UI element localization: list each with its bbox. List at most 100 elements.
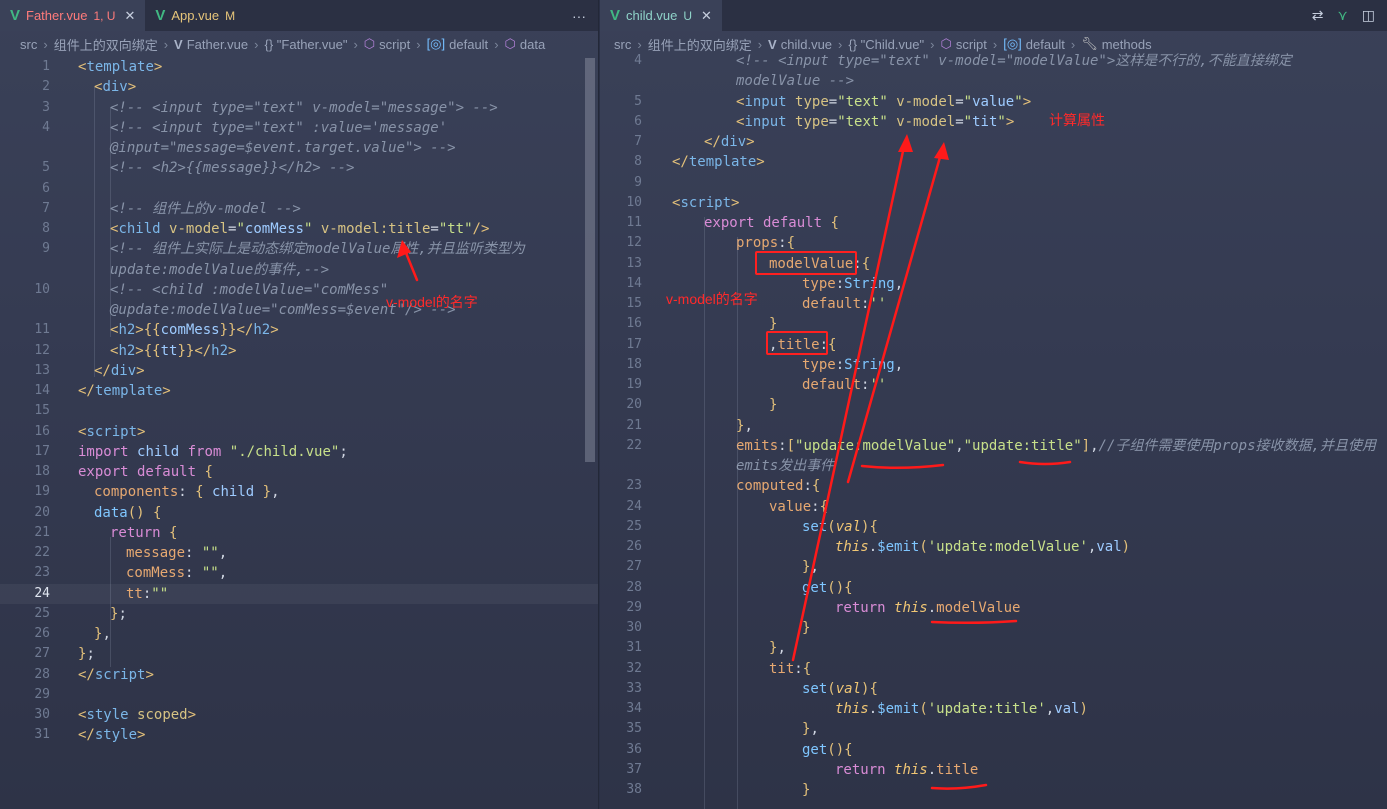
code-text: } [802, 618, 810, 638]
code-line[interactable]: 20 data() { [0, 503, 598, 523]
code-line[interactable]: 13 </div> [0, 361, 598, 381]
code-line[interactable]: 16 <script> [0, 422, 598, 442]
code-line[interactable]: 8 <child v-model="comMess" v-model:title=… [0, 219, 598, 239]
code-line[interactable]: 33 set(val){ [600, 679, 1387, 699]
compare-changes-icon[interactable]: ⇄ [1312, 7, 1324, 24]
tab-app-vue[interactable]: V App.vue M [145, 0, 245, 31]
code-line[interactable]: 6 <input type="text" v-model="tit"> [600, 112, 1387, 132]
code-line[interactable]: 25 set(val){ [600, 517, 1387, 537]
code-line[interactable]: 30} [600, 618, 1387, 638]
code-line[interactable]: @update:modelValue="comMess=$event"/> --… [0, 300, 598, 320]
vue-devtools-icon[interactable]: ⋎ [1338, 7, 1348, 24]
code-line[interactable]: 29 return this.modelValue [600, 598, 1387, 618]
code-line[interactable]: 34 this.$emit('update:title',val) [600, 699, 1387, 719]
code-line[interactable]: 19 default:'' [600, 375, 1387, 395]
breadcrumb-item[interactable]: methods [1102, 37, 1152, 52]
code-line[interactable]: @input="message=$event.target.value"> --… [0, 138, 598, 158]
code-line[interactable]: 35}, [600, 719, 1387, 739]
code-text: comMess: "", [126, 563, 227, 583]
tab-father-vue[interactable]: V Father.vue 1, U ✕ [0, 0, 146, 31]
code-line[interactable]: 14 </template> [0, 381, 598, 401]
breadcrumb-item[interactable]: Father.vue [187, 37, 248, 52]
code-token: </ [194, 342, 212, 359]
code-line[interactable]: 23 comMess: "", [0, 563, 598, 583]
code-line[interactable]: 9 <!-- 组件上实际上是动态绑定modelValue属性,并且监听类型为 [0, 239, 598, 259]
code-line[interactable]: 18 type:String, [600, 355, 1387, 375]
code-line[interactable]: 27}, [600, 557, 1387, 577]
code-editor-left[interactable]: 1 <template> 2 <div> 3 <!-- <input type="text… [0, 57, 598, 809]
code-line[interactable]: 27}; [0, 644, 598, 664]
code-line[interactable]: 30 <style scoped> [0, 705, 598, 725]
code-line[interactable]: 6 [0, 179, 598, 199]
code-line[interactable]: 1 <template> [0, 57, 598, 77]
breadcrumb-item[interactable]: data [520, 37, 545, 52]
code-line[interactable]: 22 message: "", [0, 543, 598, 563]
code-line[interactable]: 12 <h2>{{tt}}</h2> [0, 341, 598, 361]
code-token: <!-- <input type="text" :value='message' [110, 119, 448, 136]
code-line[interactable]: update:modelValue的事件,--> [0, 260, 598, 280]
code-line[interactable]: 38} [600, 780, 1387, 800]
code-line[interactable]: 26}, [0, 624, 598, 644]
code-line[interactable]: emits发出事件 [600, 456, 1387, 476]
code-line[interactable]: 20} [600, 395, 1387, 415]
close-icon[interactable]: ✕ [124, 8, 135, 24]
code-line[interactable]: 3 <!-- <input type="text" v-model="messag… [0, 98, 598, 118]
code-line[interactable]: modelValue --> [600, 71, 1387, 91]
code-line[interactable]: 15 [0, 401, 598, 421]
code-line[interactable]: 32 tit:{ [600, 659, 1387, 679]
code-line[interactable]: 31 </style> [0, 725, 598, 745]
code-line[interactable]: 5 <!-- <h2>{{message}}</h2> --> [0, 158, 598, 178]
code-line[interactable]: 37 return this.title [600, 760, 1387, 780]
breadcrumb-item[interactable]: src [20, 37, 37, 52]
code-line[interactable]: 2 <div> [0, 77, 598, 97]
code-line[interactable]: 7 <!-- 组件上的v-model --> [0, 199, 598, 219]
code-line[interactable]: 28 </script> [0, 665, 598, 685]
split-editor-icon[interactable]: ◫ [1362, 7, 1375, 24]
code-token: type [795, 93, 829, 110]
breadcrumb-item[interactable]: default [1026, 37, 1065, 52]
code-line[interactable]: 11 <h2>{{comMess}}</h2> [0, 320, 598, 340]
code-line[interactable]: 11 export default { [600, 213, 1387, 233]
breadcrumb-item[interactable]: 组件上的双向绑定 [54, 35, 158, 54]
code-line[interactable]: 21 return { [0, 523, 598, 543]
breadcrumb-item[interactable]: script [956, 37, 987, 52]
code-line[interactable]: 8 </template> [600, 152, 1387, 172]
scrollbar-thumb-left[interactable] [585, 58, 595, 462]
code-line[interactable]: 31}, [600, 638, 1387, 658]
code-line[interactable]: 18 export default { [0, 462, 598, 482]
breadcrumb-item[interactable]: default [449, 37, 488, 52]
code-line[interactable]: 17 ,title:{ [600, 335, 1387, 355]
more-actions-icon[interactable]: ··· [572, 8, 586, 24]
chevron-right-icon: › [353, 36, 358, 52]
breadcrumb-item[interactable]: src [614, 37, 631, 52]
code-line[interactable]: 16} [600, 314, 1387, 334]
breadcrumb-item[interactable]: {} "Father.vue" [265, 37, 348, 52]
code-line[interactable]: 10 <!-- <child :modelValue="comMess" [0, 280, 598, 300]
code-line[interactable]: 7 </div> [600, 132, 1387, 152]
code-line[interactable]: 24 value:{ [600, 497, 1387, 517]
close-icon[interactable]: ✕ [701, 8, 712, 24]
breadcrumb-item[interactable]: {} "Child.vue" [848, 37, 924, 52]
code-line[interactable]: 4 <!-- <input type="text" v-model="modelV… [600, 51, 1387, 71]
code-line[interactable]: 17 import child from "./child.vue"; [0, 442, 598, 462]
breadcrumb-item[interactable]: child.vue [781, 37, 832, 52]
code-line[interactable]: 12 props:{ [600, 233, 1387, 253]
code-line[interactable]: 4 <!-- <input type="text" :value='message… [0, 118, 598, 138]
code-line[interactable]: 21}, [600, 416, 1387, 436]
code-line[interactable]: 29 [0, 685, 598, 705]
code-line[interactable]: 23 computed:{ [600, 476, 1387, 496]
code-line[interactable]: 19 components: { child }, [0, 482, 598, 502]
code-line[interactable]: 28 get(){ [600, 578, 1387, 598]
code-line[interactable]: 9 [600, 173, 1387, 193]
code-editor-right[interactable]: 4 <!-- <input type="text" v-model="modelV… [600, 53, 1387, 809]
code-line[interactable]: 10 <script> [600, 193, 1387, 213]
code-line[interactable]: 13 modelValue:{ [600, 254, 1387, 274]
code-line[interactable]: 36 get(){ [600, 740, 1387, 760]
code-line[interactable]: 5 <input type="text" v-model="value"> [600, 92, 1387, 112]
tab-child-vue[interactable]: V child.vue U ✕ [600, 0, 722, 31]
code-line[interactable]: 22 emits:["update:modelValue","update:tit… [600, 436, 1387, 456]
code-line[interactable]: 24 tt:"" [0, 583, 598, 604]
code-line[interactable]: 25}; [0, 604, 598, 624]
code-line[interactable]: 26 this.$emit('update:modelValue',val) [600, 537, 1387, 557]
breadcrumb-item[interactable]: script [379, 37, 410, 52]
